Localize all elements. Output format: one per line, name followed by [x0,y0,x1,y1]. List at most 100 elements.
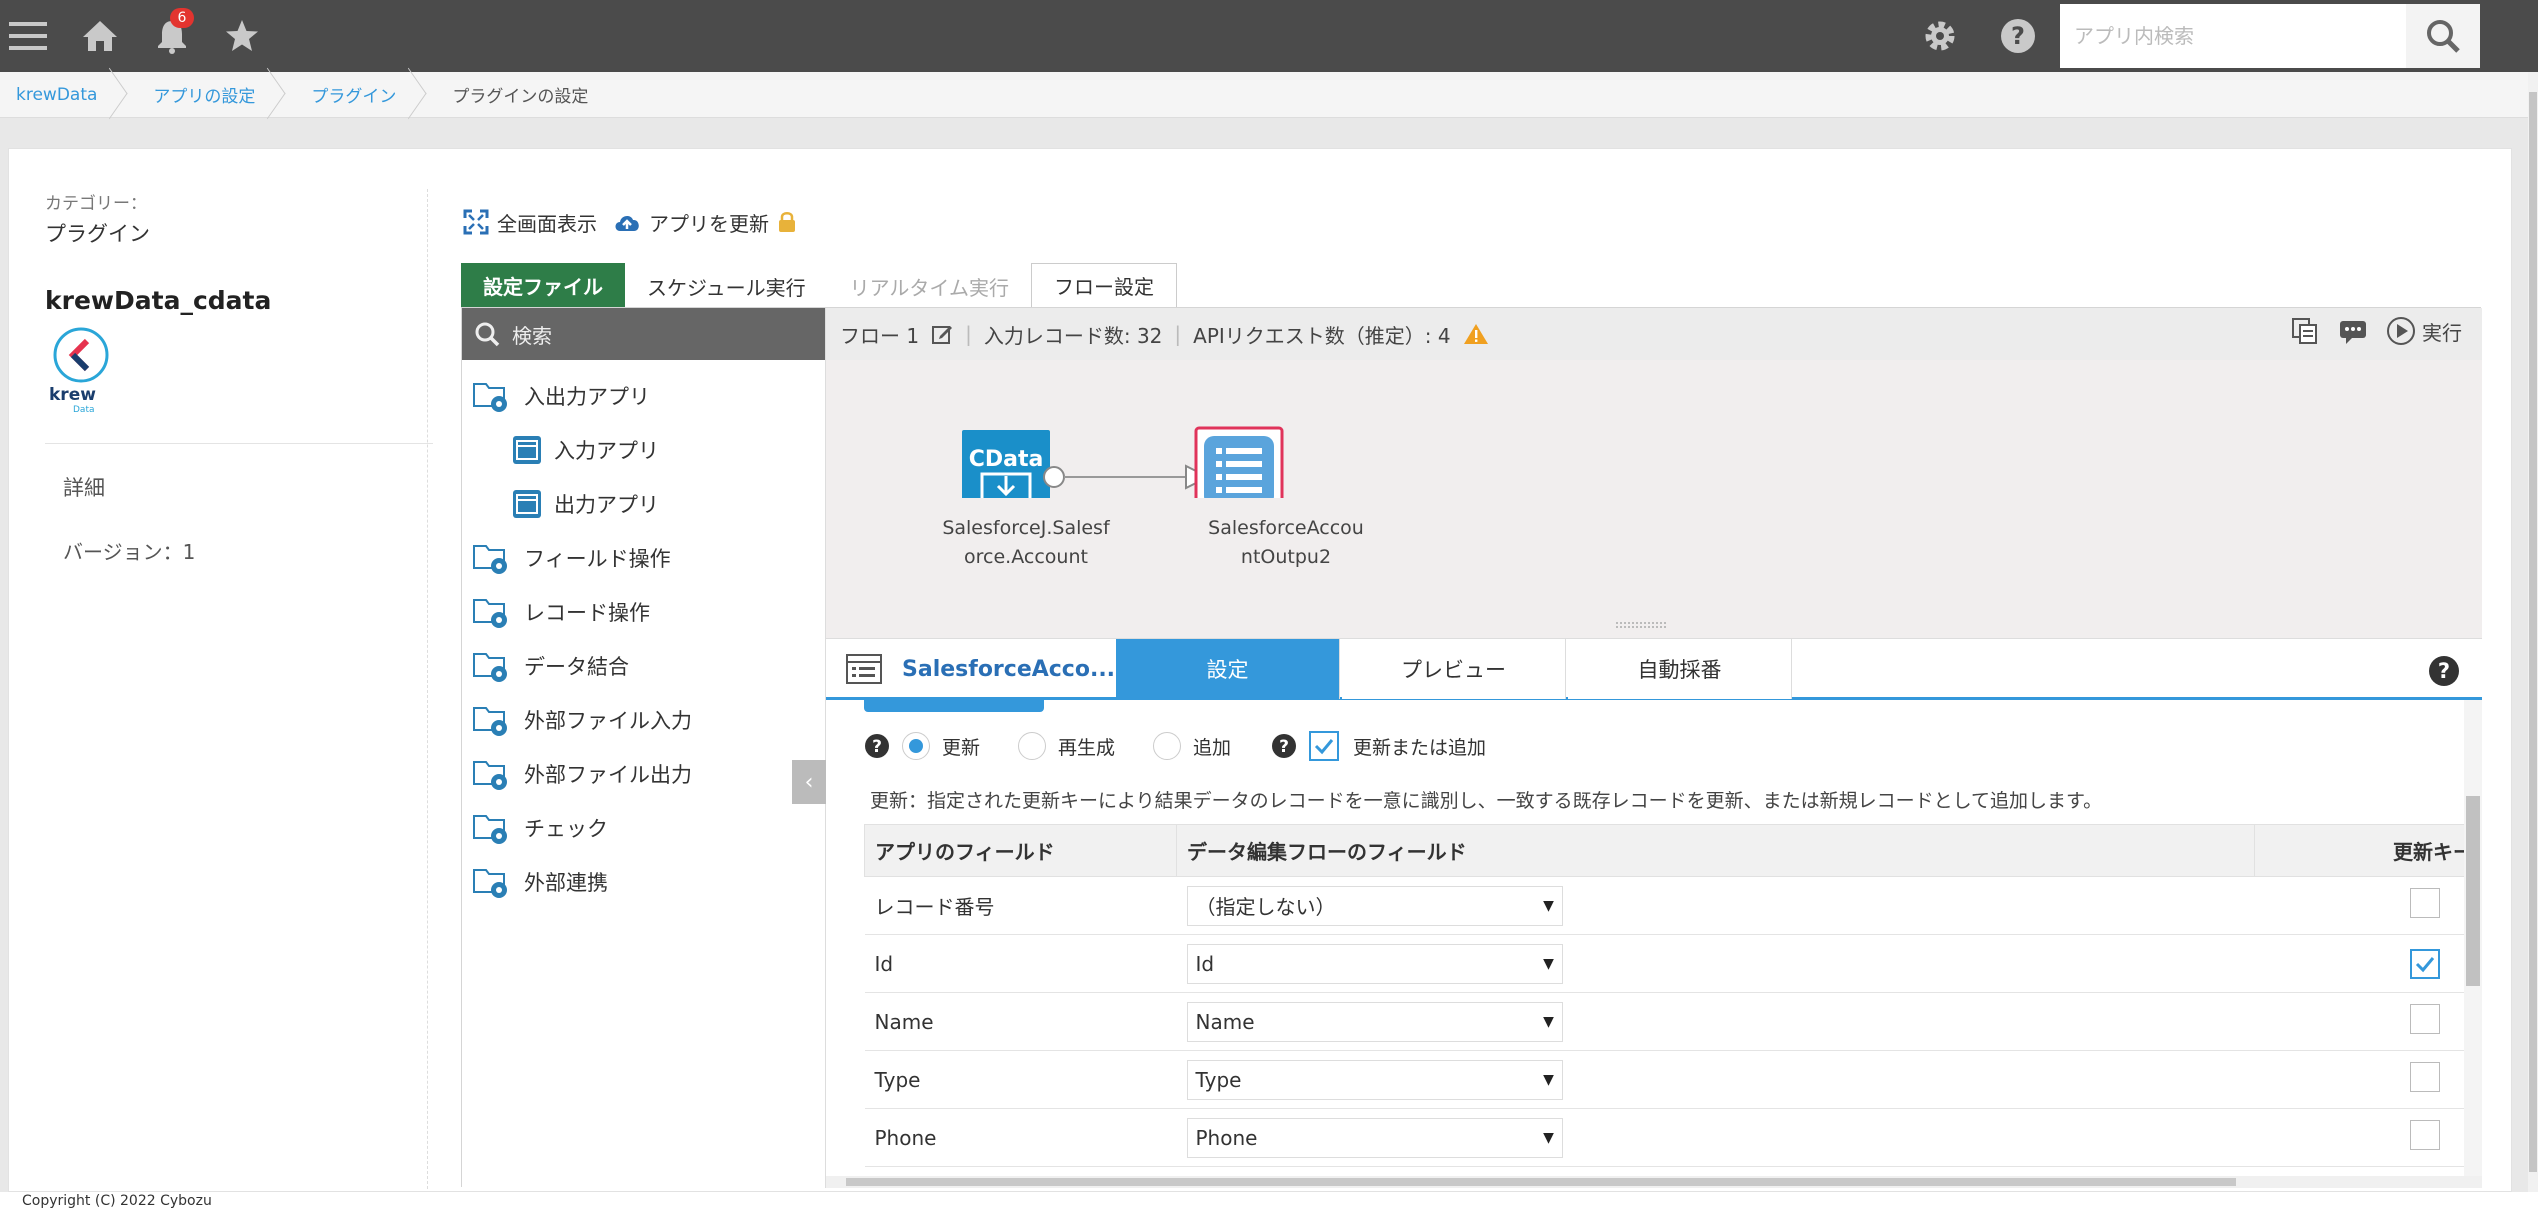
details-link[interactable]: 詳細 [63,472,433,502]
app-field-name: Name [864,992,1177,1051]
sidebar-item-field-ops[interactable]: フィールド操作 [472,538,671,578]
breadcrumb-plugins[interactable]: プラグイン [287,72,428,118]
flow-field-select[interactable]: Phone ▼ [1186,1117,1563,1158]
gear-icon[interactable] [1918,14,1962,58]
folder-gear-icon [473,545,507,574]
caret-down-icon: ▼ [1543,897,1554,914]
update-key-checkbox[interactable] [2409,1004,2440,1034]
warning-icon[interactable] [1463,322,1489,346]
divider [427,189,428,1189]
collapse-sidebar-button[interactable]: ‹ [792,760,826,804]
svg-text:?: ? [872,737,882,757]
footer-copyright: Copyright (C) 2022 Cybozu [0,1192,2538,1210]
resize-handle[interactable] [1616,622,1666,628]
caret-down-icon: ▼ [1543,955,1554,972]
sidebar-item-external-file-output[interactable]: 外部ファイル出力 [472,754,692,794]
app-search-input[interactable] [2060,4,2406,68]
chevron-left-icon: ‹ [804,769,814,795]
flow-field-select[interactable]: Type ▼ [1186,1059,1563,1100]
help-icon[interactable]: ? [1996,14,2040,58]
menu-icon[interactable] [6,14,50,58]
sidebar-item-external-file-input[interactable]: 外部ファイル入力 [472,700,692,740]
node-settings-header: SalesforceAcco... 設定 プレビュー 自動採番 ? [826,638,2482,700]
fullscreen-button[interactable]: 全画面表示 [497,208,597,237]
app-field-name: Phone [864,1108,1177,1167]
folder-gear-icon [473,599,507,628]
tab-flow-settings[interactable]: フロー設定 [1031,263,1178,307]
help-icon[interactable]: ? [864,733,890,759]
sidebar-item-check[interactable]: チェック [472,808,608,848]
flow-canvas[interactable]: フロー 1 | 入力レコード数: 32 | APIリクエスト数（推定）: 4 実… [826,308,2482,638]
sidebar-item-output-app[interactable]: 出力アプリ [512,484,659,524]
sidebar-item-record-ops[interactable]: レコード操作 [472,592,650,632]
table-row: Id Id ▼ [864,934,2474,993]
app-icon [513,490,541,518]
flow-field-select[interactable]: Name ▼ [1186,1001,1563,1042]
input-node-label: SalesforceJ.Salesf orce.Account [942,517,1110,568]
category-value: プラグイン [45,222,150,246]
sidebar-item-input-app[interactable]: 入力アプリ [512,430,659,470]
component-search[interactable]: 検索 [462,308,825,360]
search-button[interactable] [2406,4,2480,68]
update-mode-options: ? 更新 再生成 追加 ? 更新または追加 [864,728,1486,764]
cloud-upload-icon[interactable] [613,209,641,235]
search-icon [475,322,500,347]
column-header-app-field: アプリのフィールド [864,824,1177,877]
breadcrumb-app-settings[interactable]: アプリの設定 [129,72,287,118]
update-key-checkbox[interactable] [2409,1120,2440,1150]
folder-gear-icon [473,815,507,844]
update-key-checkbox[interactable] [2409,1062,2440,1092]
top-bar: 6 ? [0,0,2538,72]
select-app-button[interactable] [864,700,1044,712]
panel-vertical-scrollbar[interactable] [2464,700,2482,1188]
update-key-checkbox[interactable] [2409,948,2440,979]
tab-schedule[interactable]: スケジュール実行 [625,265,828,307]
help-icon[interactable]: ? [1271,733,1297,759]
search-icon [2427,20,2460,53]
radio-append[interactable] [1153,732,1182,760]
comment-icon[interactable] [2338,316,2368,346]
flow-field-select[interactable]: Id ▼ [1186,943,1563,984]
radio-regenerate[interactable] [1018,732,1047,760]
run-button[interactable]: 実行 [2386,316,2462,346]
sidebar-item-external-link[interactable]: 外部連携 [472,862,608,902]
page-scrollbar[interactable] [2528,72,2538,1192]
help-icon[interactable]: ? [2428,655,2460,687]
update-key-checkbox[interactable] [2409,888,2440,918]
check-icon [2415,956,2434,972]
flow-header: フロー 1 | 入力レコード数: 32 | APIリクエスト数（推定）: 4 実… [826,308,2482,360]
panel-tab-autonumber[interactable]: 自動採番 [1568,639,1792,699]
sidebar-item-io-apps[interactable]: 入出力アプリ [472,376,650,416]
cdata-node-badge: CData [969,447,1044,472]
update-app-button[interactable]: アプリを更新 [649,208,769,237]
home-icon[interactable] [78,14,122,58]
folder-gear-icon [473,869,507,898]
panel-tab-settings[interactable]: 設定 [1116,639,1340,699]
lock-icon [779,212,795,232]
breadcrumb-krewdata[interactable]: krewData [0,72,129,118]
folder-gear-icon [473,707,507,736]
fullscreen-icon[interactable] [463,209,489,235]
breadcrumb-plugin-settings: プラグインの設定 [452,87,589,107]
upsert-checkbox[interactable] [1309,731,1340,761]
app-output-icon [846,654,882,684]
settings-tabs: 設定ファイル スケジュール実行 リアルタイム実行 フロー設定 [461,263,1178,307]
output-port[interactable] [1043,466,1065,488]
flow-diagram: CData [962,426,1284,498]
edit-icon[interactable] [931,323,953,345]
node-settings-body: ? 更新 再生成 追加 ? 更新または追加 更新：指定された更新キーにより結果デ… [826,700,2482,1188]
app-field-name: レコード番号 [864,876,1177,935]
caret-down-icon: ▼ [1543,1129,1554,1146]
salesforce-output-node[interactable] [1194,426,1284,498]
radio-update[interactable] [902,732,930,760]
panel-tab-preview[interactable]: プレビュー [1342,639,1566,699]
flow-field-select[interactable]: （指定しない） ▼ [1186,885,1563,926]
sidebar-item-data-join[interactable]: データ結合 [472,646,629,686]
check-icon [1314,739,1334,755]
copy-flow-icon[interactable] [2290,316,2320,346]
panel-horizontal-scrollbar[interactable] [826,1176,2482,1188]
tab-config-file[interactable]: 設定ファイル [461,263,625,307]
svg-text:?: ? [1279,737,1289,757]
star-icon[interactable] [220,14,264,58]
cdata-input-node[interactable]: CData [962,430,1050,498]
